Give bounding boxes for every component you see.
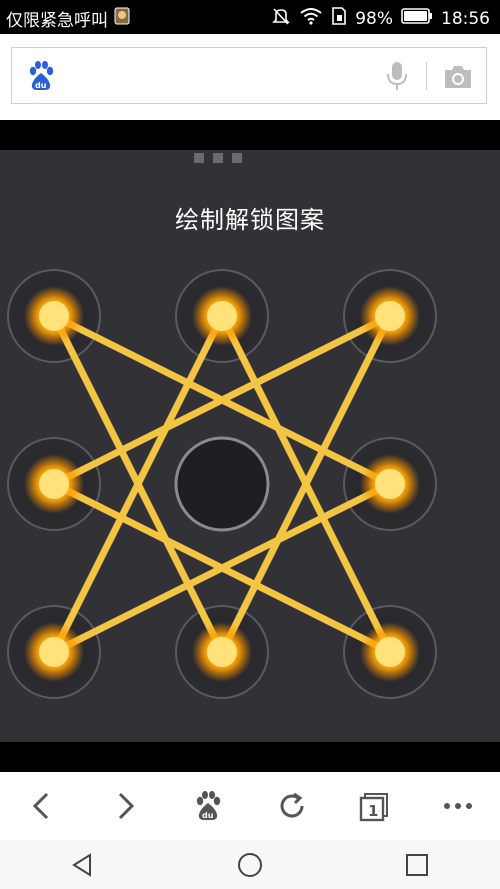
pattern-dot-7[interactable] [39, 637, 69, 667]
unlock-pattern-grid[interactable] [0, 150, 500, 742]
sim-icon [331, 6, 347, 31]
back-button[interactable] [12, 776, 72, 836]
refresh-button[interactable] [262, 776, 322, 836]
svg-text:du: du [202, 811, 214, 820]
more-button[interactable] [428, 776, 488, 836]
refresh-icon [280, 792, 304, 818]
forward-icon [118, 792, 135, 820]
mute-icon [271, 6, 291, 31]
pattern-dot-8[interactable] [207, 637, 237, 667]
browser-toolbar: du 1 [0, 772, 500, 840]
clock-time: 18:56 [441, 8, 490, 29]
pattern-dot-9[interactable] [375, 637, 405, 667]
search-divider [426, 62, 427, 90]
status-bar: 仅限紧急呼叫 98% 18:56 [0, 0, 500, 34]
baidu-home-button[interactable]: du [178, 776, 238, 836]
svg-text:du: du [35, 81, 47, 90]
battery-percent: 98% [355, 8, 393, 29]
pattern-dot-6[interactable] [375, 469, 405, 499]
more-icon [444, 803, 473, 809]
system-navigation-bar [0, 840, 500, 889]
microphone-icon[interactable] [385, 60, 409, 96]
camera-icon[interactable] [442, 64, 474, 94]
search-input[interactable]: du [11, 47, 487, 104]
forward-button[interactable] [95, 776, 155, 836]
pattern-dot-1[interactable] [39, 301, 69, 331]
pattern-dot-3[interactable] [375, 301, 405, 331]
baidu-home-icon: du [197, 791, 221, 820]
tabs-icon: 1 [359, 793, 388, 822]
pattern-ring-5[interactable] [174, 436, 270, 532]
nav-home-button[interactable] [220, 843, 280, 887]
nav-back-icon [72, 852, 92, 877]
nav-recents-button[interactable] [387, 843, 447, 887]
nav-home-icon [237, 852, 262, 877]
back-icon [32, 792, 48, 820]
content-bottom-band [0, 742, 500, 772]
pattern-dot-4[interactable] [39, 469, 69, 499]
content-separator [0, 120, 500, 150]
browser-search-bar: du [0, 34, 500, 120]
battery-icon [401, 8, 433, 29]
wifi-icon [299, 6, 323, 31]
unlock-pattern-panel: 绘制解锁图案 [0, 150, 500, 742]
pattern-dot-2[interactable] [207, 301, 237, 331]
notification-image-icon [114, 7, 130, 30]
nav-back-button[interactable] [53, 843, 113, 887]
nav-recents-icon [405, 853, 428, 876]
baidu-logo-icon[interactable]: du [26, 60, 56, 96]
tab-count: 1 [368, 802, 378, 820]
tabs-button[interactable]: 1 [345, 776, 405, 836]
emergency-call-text: 仅限紧急呼叫 [6, 11, 108, 31]
